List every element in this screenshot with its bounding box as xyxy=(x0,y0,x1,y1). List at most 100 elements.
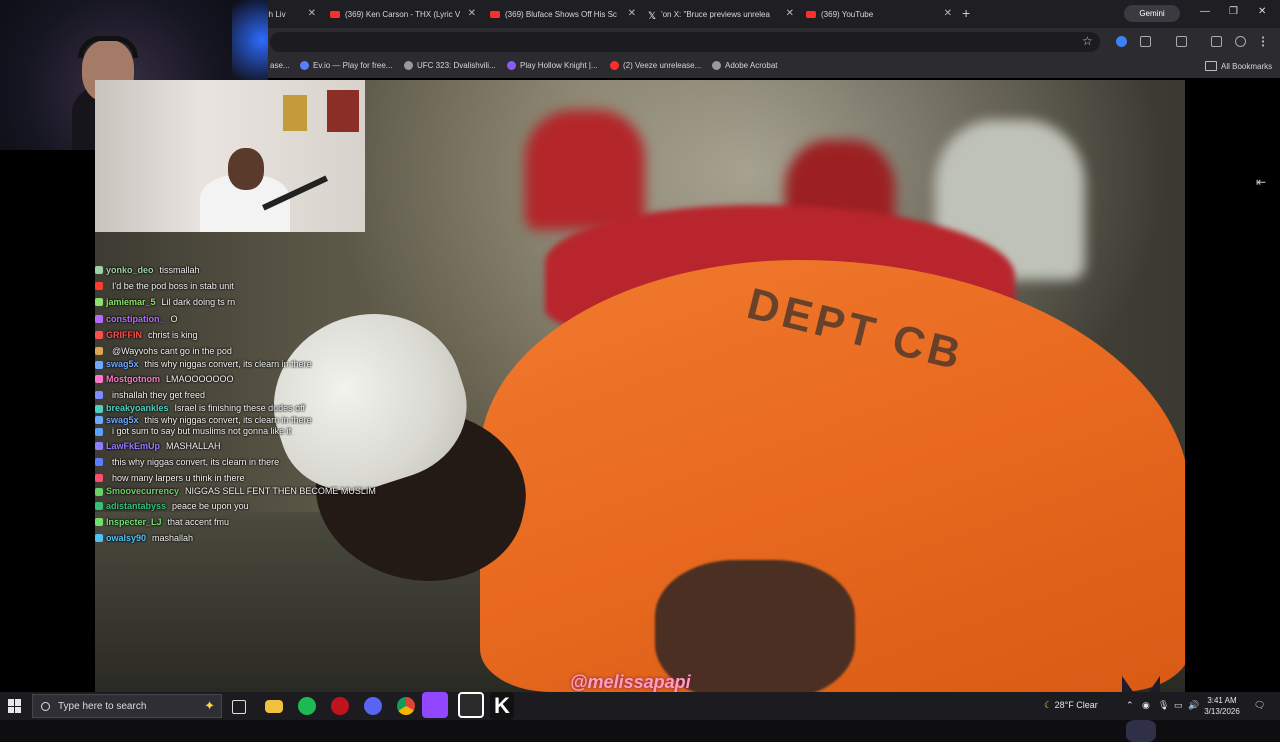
bookmark-4[interactable]: Play Hollow Knight |... xyxy=(507,61,598,70)
youtube-icon xyxy=(610,61,619,70)
volume-icon[interactable]: 🔊 xyxy=(1188,700,1199,711)
tray-expand-icon[interactable]: ⌃ xyxy=(1126,700,1134,711)
extensions-puzzle-icon[interactable] xyxy=(1140,36,1151,47)
microphone-icon[interactable]: 🎙 xyxy=(1158,700,1169,711)
chat-username[interactable]: jamiemar_5 xyxy=(106,294,156,310)
search-icon xyxy=(41,701,50,711)
tab-close-icon[interactable]: ✕ xyxy=(944,8,952,19)
windows-start-icon[interactable] xyxy=(8,699,22,713)
chat-username[interactable]: breakyoankles xyxy=(106,403,169,413)
twitch-icon[interactable] xyxy=(458,692,484,718)
taskbar-search[interactable]: Type here to search ✦ xyxy=(32,694,222,718)
chat-text: O xyxy=(170,313,178,324)
bookmark-5-label: (2) Veeze unrelease... xyxy=(623,61,702,70)
game-icon xyxy=(507,61,516,70)
chat-text: MASHALLAH xyxy=(166,440,221,451)
bookmark-1[interactable]: ase... xyxy=(270,61,290,70)
chat-username[interactable]: swag5x xyxy=(106,359,139,369)
kick-icon[interactable]: K xyxy=(490,692,514,720)
chat-text: tissmallah xyxy=(159,265,200,275)
menu-icon[interactable] xyxy=(1262,36,1273,47)
tab-3[interactable]: (369) Bluface Shows Off His Sc ✕ xyxy=(490,5,636,23)
tab-close-icon[interactable]: ✕ xyxy=(308,8,316,19)
omnibox[interactable] xyxy=(270,32,1100,52)
chat-overlay: yonko_deo tissmallah I'd be the pod boss i… xyxy=(95,262,395,546)
chat-message: how many larpers u think in there xyxy=(95,470,395,486)
notification-icon[interactable]: 🗨 xyxy=(1254,700,1265,711)
chat-badge-icon xyxy=(95,314,103,323)
chat-username[interactable]: owalsy90 xyxy=(106,530,146,546)
weather-widget[interactable]: ☾ 28°F Clear xyxy=(1044,700,1098,711)
chat-text: Israel is finishing these dudes off xyxy=(174,403,305,413)
chat-badge-icon xyxy=(95,473,103,482)
chat-username[interactable]: yonko_deo xyxy=(106,262,154,278)
cast-icon[interactable] xyxy=(1176,36,1187,47)
clock-date: 3/13/2026 xyxy=(1204,707,1240,716)
app-red-icon[interactable] xyxy=(331,697,349,715)
minimize-icon[interactable]: — xyxy=(1200,6,1210,17)
chat-badge-icon xyxy=(95,404,103,413)
bookmark-3-label: UFC 323: Dvalishvili... xyxy=(417,61,496,70)
chat-username[interactable]: adistantabyss xyxy=(106,498,166,514)
chat-text: this why niggas convert, its clearn in t… xyxy=(112,456,280,467)
network-icon[interactable]: ▭ xyxy=(1174,700,1183,711)
chat-message: I'd be the pod boss in stab unit xyxy=(95,278,395,294)
chat-username[interactable]: Inspecter_LJ xyxy=(106,514,162,530)
chat-message: constipation_ O xyxy=(95,311,395,327)
tab-close-icon[interactable]: ✕ xyxy=(786,8,794,19)
chat-text: christ is king xyxy=(148,329,198,340)
task-view-icon[interactable] xyxy=(232,700,246,714)
headset-icon xyxy=(78,36,138,58)
tab-5[interactable]: (369) YouTube ✕ xyxy=(806,5,952,23)
media-control-icon[interactable] xyxy=(1211,36,1222,47)
vpn-icon[interactable] xyxy=(1235,36,1246,47)
tab-2[interactable]: (369) Ken Carson - THX (Lyric V ✕ xyxy=(330,5,476,23)
moon-icon: ☾ xyxy=(1044,700,1053,710)
chat-text: how many larpers u think in there xyxy=(112,472,245,483)
chat-badge-icon xyxy=(95,282,103,291)
system-clock[interactable]: 3:41 AM 3/13/2026 xyxy=(1200,695,1244,717)
chat-username[interactable]: constipation_ xyxy=(106,311,165,327)
tray-app-icon[interactable]: ◉ xyxy=(1142,700,1150,711)
extension-icon[interactable] xyxy=(1116,36,1127,47)
chrome-icon[interactable] xyxy=(397,697,415,715)
chat-username[interactable]: swag5x xyxy=(106,415,139,425)
youtube-icon xyxy=(806,10,816,18)
twitch-icon[interactable] xyxy=(422,692,448,718)
chat-text: @Wayvohs cant go in the pod xyxy=(112,345,232,356)
chat-text: inshallah they get freed xyxy=(112,389,206,400)
chat-message: swag5x this why niggas convert, its clear… xyxy=(95,359,395,371)
chat-badge-icon xyxy=(95,416,103,425)
maximize-icon[interactable]: ❐ xyxy=(1229,6,1238,17)
watermark: @melissapapi xyxy=(570,672,691,692)
chat-message: jamiemar_5 Lil dark doing ts rn xyxy=(95,294,395,310)
new-tab-button[interactable]: + xyxy=(962,5,970,21)
tab-close-icon[interactable]: ✕ xyxy=(628,8,636,19)
collapse-sidebar-icon[interactable]: ⇤ xyxy=(1256,175,1266,189)
tab-4[interactable]: 𝕏 'on X: "Bruce previews unrelea ✕ xyxy=(648,5,794,23)
bookmark-3[interactable]: UFC 323: Dvalishvili... xyxy=(404,61,496,70)
chat-username[interactable]: LawFkEmUp xyxy=(106,438,160,454)
bookmark-star-icon[interactable]: ☆ xyxy=(1082,34,1093,48)
all-bookmarks[interactable]: All Bookmarks xyxy=(1205,61,1272,71)
bookmark-6[interactable]: Adobe Acrobat xyxy=(712,61,777,70)
gemini-button[interactable]: Gemini xyxy=(1124,5,1180,22)
chat-username[interactable]: Mostgotnom xyxy=(106,371,160,387)
x-icon: 𝕏 xyxy=(648,10,657,22)
spotify-icon[interactable] xyxy=(298,697,316,715)
discord-icon[interactable] xyxy=(364,697,382,715)
chat-username[interactable]: GRIFFIN xyxy=(106,327,142,343)
sparkle-icon: ✦ xyxy=(204,698,215,713)
chat-text: peace be upon you xyxy=(172,500,249,511)
close-window-icon[interactable]: ✕ xyxy=(1258,6,1266,17)
chat-badge-icon xyxy=(95,266,103,275)
youtube-icon xyxy=(490,10,500,18)
bookmark-5[interactable]: (2) Veeze unrelease... xyxy=(610,61,701,70)
chat-username[interactable]: Smoovecurrency xyxy=(106,486,179,496)
bookmark-2[interactable]: Ev.io — Play for free... xyxy=(300,61,392,70)
chat-badge-icon xyxy=(95,441,103,450)
chat-message: LawFkEmUp MASHALLAH xyxy=(95,438,395,454)
tab-close-icon[interactable]: ✕ xyxy=(468,8,476,19)
file-explorer-icon[interactable] xyxy=(265,700,283,713)
bookmark-6-label: Adobe Acrobat xyxy=(725,61,778,70)
